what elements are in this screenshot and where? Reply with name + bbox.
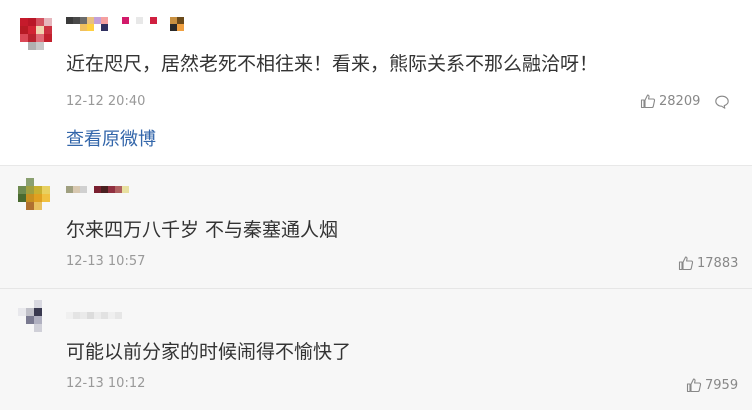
like-button[interactable]: 7959 bbox=[686, 376, 738, 394]
view-original-link[interactable]: 查看原微博 bbox=[66, 129, 156, 151]
like-button[interactable]: 17883 bbox=[678, 254, 738, 272]
avatar[interactable] bbox=[18, 300, 52, 338]
username[interactable] bbox=[66, 312, 136, 326]
comment-text: 可能以前分家的时候闹得不愉快了 bbox=[66, 341, 352, 363]
like-count: 7959 bbox=[705, 377, 739, 393]
comment-list: 近在咫尺，居然老死不相往来！看来，熊际关系不那么融洽呀！ 12-12 20:40… bbox=[0, 0, 752, 410]
username[interactable] bbox=[66, 186, 136, 200]
thumb-up-icon bbox=[640, 94, 656, 109]
username[interactable] bbox=[66, 17, 191, 31]
reply-button[interactable] bbox=[714, 94, 730, 114]
comment-text: 近在咫尺，居然老死不相往来！看来，熊际关系不那么融洽呀！ bbox=[66, 53, 599, 75]
avatar[interactable] bbox=[18, 178, 52, 216]
like-count: 17883 bbox=[697, 255, 739, 271]
like-count: 28209 bbox=[659, 93, 701, 109]
thumb-up-icon bbox=[686, 378, 702, 393]
like-button[interactable]: 28209 bbox=[640, 92, 700, 110]
comment-text: 尔来四万八千岁 不与秦塞通人烟 bbox=[66, 219, 339, 241]
avatar[interactable] bbox=[20, 18, 54, 56]
thumb-up-icon bbox=[678, 256, 694, 271]
comment-time: 12-12 20:40 bbox=[66, 94, 146, 109]
comment-time: 12-13 10:57 bbox=[66, 254, 146, 269]
comment-item: 近在咫尺，居然老死不相往来！看来，熊际关系不那么融洽呀！ 12-12 20:40… bbox=[0, 0, 752, 166]
comment-time: 12-13 10:12 bbox=[66, 376, 146, 391]
reply-bubble-icon bbox=[715, 95, 729, 109]
